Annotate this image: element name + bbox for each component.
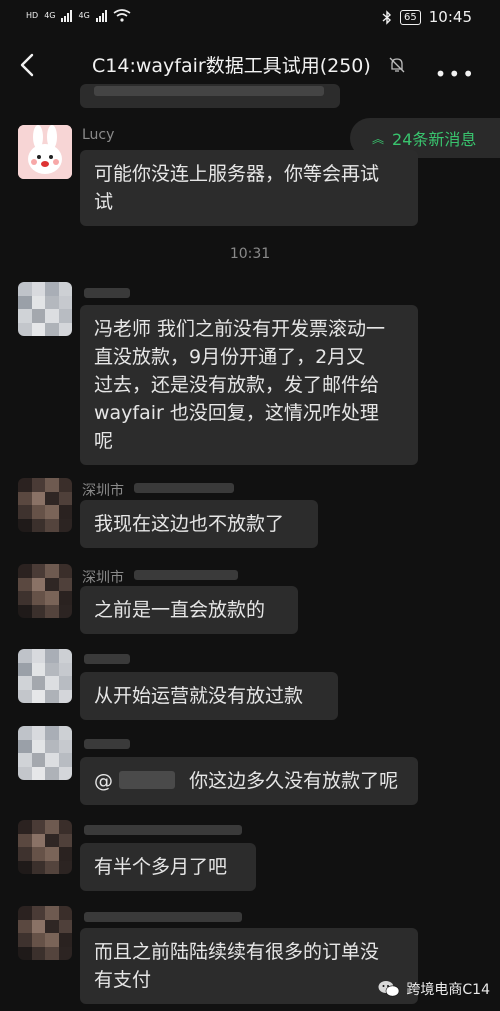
signal-icon bbox=[61, 9, 73, 22]
avatar-blurred[interactable] bbox=[18, 282, 72, 336]
bluetooth-icon bbox=[382, 9, 392, 25]
sender-name-lucy: Lucy bbox=[82, 127, 115, 143]
message-text-line: 可能你没连上服务器，你等会再试 bbox=[94, 163, 380, 185]
message-bubble-1[interactable]: 可能你没连上服务器，你等会再试 试 bbox=[80, 150, 418, 226]
message-bubble-5[interactable]: 从开始运营就没有放过款 bbox=[80, 672, 338, 720]
message-text-line: 呢 bbox=[94, 430, 114, 452]
sender-name-blurred bbox=[84, 825, 242, 835]
message-text-line: 从开始运营就没有放过款 bbox=[94, 685, 304, 707]
message-text-line: 有支付 bbox=[94, 969, 152, 991]
signal-icon-2 bbox=[95, 9, 107, 22]
mute-bell-icon bbox=[389, 57, 405, 73]
avatar-lucy[interactable] bbox=[18, 125, 72, 179]
chat-timestamp: 10:31 bbox=[229, 246, 271, 262]
wechat-logo-icon bbox=[378, 981, 400, 997]
message-text-line: 而且之前陆陆续续有很多的订单没 bbox=[94, 941, 380, 963]
cut-off-text bbox=[94, 86, 324, 96]
avatar-blurred[interactable] bbox=[18, 726, 72, 780]
sender-name-blurred bbox=[84, 288, 130, 298]
more-dots-icon[interactable]: ••• bbox=[435, 62, 476, 86]
message-text-line: 之前是一直会放款的 bbox=[94, 599, 266, 621]
sender-name-blurred bbox=[84, 654, 130, 664]
mention-at: @ bbox=[94, 770, 113, 792]
sender-name-blurred bbox=[134, 483, 234, 493]
chat-title: C14:wayfair数据工具试用(250) bbox=[92, 55, 371, 77]
avatar-blurred[interactable] bbox=[18, 564, 72, 618]
watermark-label: 跨境电商C14 bbox=[406, 982, 490, 998]
new-messages-label: 24条新消息 bbox=[392, 130, 477, 149]
cut-off-bubble bbox=[80, 84, 340, 108]
message-text-line: 直没放款，9月份开通了，2月又 bbox=[94, 346, 366, 368]
avatar-blurred[interactable] bbox=[18, 820, 72, 874]
wifi-icon bbox=[113, 9, 131, 22]
status-right: 65 10:45 bbox=[382, 8, 472, 26]
status-left: HD 4G 4G bbox=[26, 9, 131, 22]
chevron-up-icon: ︽ bbox=[372, 131, 385, 146]
message-text-line: 试 bbox=[94, 191, 114, 213]
message-text-line: 我现在这边也不放款了 bbox=[94, 513, 285, 535]
message-text-line: 过去，还是没有放款，发了邮件给 bbox=[94, 374, 380, 396]
message-text-line: 冯老师 我们之前没有开发票滚动一 bbox=[94, 318, 386, 340]
clock: 10:45 bbox=[428, 8, 472, 26]
avatar-blurred[interactable] bbox=[18, 478, 72, 532]
status-bar: HD 4G 4G 65 10:45 bbox=[0, 0, 500, 36]
avatar-blurred[interactable] bbox=[18, 906, 72, 960]
network-4g-label-2: 4G bbox=[78, 11, 90, 20]
network-4g-label-1: 4G bbox=[44, 11, 56, 20]
back-arrow-icon[interactable] bbox=[16, 50, 42, 80]
bunny-avatar-image bbox=[18, 125, 72, 179]
message-bubble-3[interactable]: 我现在这边也不放款了 bbox=[80, 500, 318, 548]
message-text: 你这边多久没有放款了呢 bbox=[189, 770, 399, 792]
message-bubble-2[interactable]: 冯老师 我们之前没有开发票滚动一 直没放款，9月份开通了，2月又 过去，还是没有… bbox=[80, 305, 418, 465]
hd-label-1: HD bbox=[26, 11, 39, 20]
message-bubble-4[interactable]: 之前是一直会放款的 bbox=[80, 586, 298, 634]
sender-name-blurred bbox=[84, 912, 242, 922]
mention-name-blurred bbox=[119, 770, 176, 789]
sender-name-blurred bbox=[84, 739, 130, 749]
message-text-line: wayfair 也没回复，这情况咋处理 bbox=[94, 402, 379, 424]
message-bubble-6[interactable]: @ 你这边多久没有放款了呢 bbox=[80, 757, 418, 805]
message-bubble-8[interactable]: 而且之前陆陆续续有很多的订单没 有支付 bbox=[80, 928, 418, 1004]
message-text-line: 有半个多月了吧 bbox=[94, 856, 228, 878]
battery-indicator: 65 bbox=[400, 9, 421, 25]
sender-name: 深圳市 bbox=[82, 483, 124, 499]
chat-area: ︽ 24条新消息 Lucy 可能你没连上服务器，你等会再试 试 10:31 冯老… bbox=[0, 84, 500, 1011]
sender-name-blurred bbox=[134, 570, 238, 580]
message-bubble-7[interactable]: 有半个多月了吧 bbox=[80, 843, 256, 891]
watermark: 跨境电商C14 bbox=[378, 979, 490, 999]
avatar-blurred[interactable] bbox=[18, 649, 72, 703]
sender-name: 深圳市 bbox=[82, 570, 124, 586]
